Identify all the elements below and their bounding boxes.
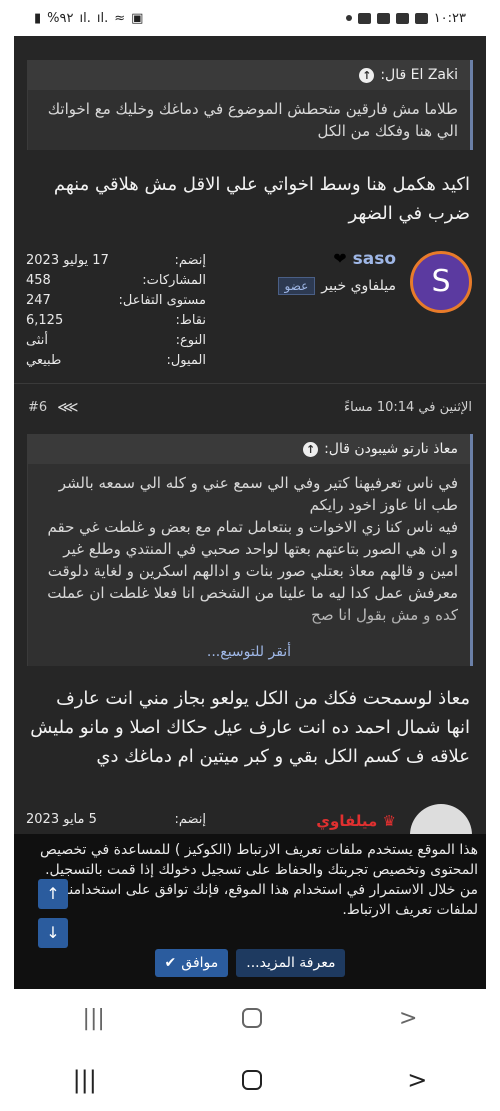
clock: ١٠:٢٣ [433, 10, 466, 26]
arrow-up-icon: ↑ [46, 884, 60, 903]
cookie-buttons: معرفة المزيد... موافق ✔ [14, 949, 486, 977]
app-nav-bar: ||| > [14, 989, 486, 1047]
post-number-group: #6 ⋘ [28, 398, 79, 416]
stat-label: المشاركات: [142, 273, 206, 288]
crown-icon: ♛ [382, 812, 396, 830]
home-icon[interactable] [241, 1008, 262, 1028]
dot-icon [345, 15, 352, 21]
arrow-up-circle-icon[interactable]: ↑ [359, 67, 375, 83]
stat-label: إنضم: [174, 812, 206, 827]
post-number[interactable]: #6 [28, 400, 47, 415]
stat-row: الميول: طبيعي [26, 351, 206, 371]
post-date[interactable]: الإثنين في 10:14 مساءً [344, 400, 472, 415]
scroll-down-button[interactable]: ↓ [38, 918, 68, 948]
divider [14, 383, 486, 384]
post-message: معاذ لوسمحت فكك من الكل يولعو بجاز مني ا… [30, 688, 470, 767]
quote-author: معاذ نارتو شيبودن قال: [324, 441, 458, 457]
stat-label: نقاط: [175, 313, 206, 328]
share-icon[interactable]: ⋘ [57, 398, 78, 416]
stat-value: طبيعي [26, 353, 62, 368]
accept-label: موافق [181, 955, 219, 971]
recent-apps-icon[interactable]: ||| [73, 1066, 97, 1094]
back-icon[interactable]: > [399, 1006, 417, 1031]
stat-label: الميول: [166, 353, 206, 368]
stat-value: 6,125 [26, 313, 64, 328]
username[interactable]: ♛ ميلفاوي [316, 812, 396, 830]
cookie-banner: هذا الموقع يستخدم ملفات تعريف الارتباط (… [14, 834, 486, 989]
check-icon: ✔ [164, 955, 177, 971]
heart-icon: ❤ [333, 249, 347, 268]
username[interactable]: ❤ saso [333, 249, 396, 269]
user-badge: عضو [277, 277, 316, 295]
back-icon[interactable]: > [407, 1066, 427, 1094]
next-user-info: ♛ ميلفاوي إنضم: 5 مايو 2023 [14, 798, 486, 866]
home-icon[interactable] [242, 1069, 263, 1090]
stat-row: مستوى التفاعل: 247 [26, 291, 206, 311]
stat-row: النوع: أنثى [26, 331, 206, 351]
quote-line: في ناس تعرفيهنا كتير وفي الي سمع عني و ك… [58, 474, 458, 514]
post-meta: الإثنين في 10:14 مساءً #6 ⋘ [14, 394, 486, 420]
arrow-up-circle-icon[interactable]: ↑ [303, 441, 319, 457]
post-message: اكيد هكمل هنا وسط اخواتي علي الاقل مش هل… [53, 174, 470, 224]
user-rank: ميلفاوي خبير [321, 278, 396, 294]
stat-value: 5 مايو 2023 [26, 812, 97, 827]
arrow-down-icon: ↓ [46, 923, 60, 942]
quote-text: طلاما مش فارقين متحطش الموضوع في دماغك و… [47, 100, 458, 140]
quote-block: معاذ نارتو شيبودن قال: ↑ في ناس تعرفيهنا… [27, 434, 473, 666]
signal-icon: ıl. [79, 10, 91, 26]
stat-value: 17 يوليو 2023 [26, 253, 109, 268]
youtube-icon [357, 12, 371, 24]
quote-header[interactable]: El Zaki قال: ↑ [28, 60, 470, 90]
chat-icon [376, 12, 390, 24]
system-nav-bar: ||| > [0, 1048, 500, 1111]
stat-row: إنضم: 5 مايو 2023 [26, 812, 206, 827]
cookie-text-2: من خلال الاستمرار في استخدام هذا الموقع،… [65, 882, 478, 918]
signal2-icon: ıl. [96, 10, 109, 26]
stat-row: إنضم: 17 يوليو 2023 [26, 251, 206, 271]
status-left: ▮ %٩٢ ıl. ıl. ≈ ▣ [34, 11, 143, 26]
user-title: ميلفاوي خبير عضو [277, 277, 396, 295]
stat-value: أنثى [26, 333, 48, 348]
user-info: S ❤ saso ميلفاوي خبير عضو إنضم: 17 يوليو … [14, 239, 486, 389]
stat-label: إنضم: [174, 253, 206, 268]
learn-more-button[interactable]: معرفة المزيد... [236, 949, 346, 977]
status-right: ١٠:٢٣ [345, 10, 466, 26]
lock-icon: ▣ [131, 10, 144, 26]
quote-author: El Zaki قال: [380, 67, 458, 83]
scroll-up-button[interactable]: ↑ [38, 879, 68, 909]
recent-apps-icon[interactable]: ||| [83, 1006, 105, 1031]
stat-row: نقاط: 6,125 [26, 311, 206, 331]
username-text[interactable]: ميلفاوي [316, 812, 377, 830]
avatar[interactable]: S [410, 251, 472, 313]
expand-link[interactable]: أنقر للتوسيع... [28, 644, 470, 660]
wifi-icon: ≈ [114, 10, 126, 26]
user-stats: إنضم: 17 يوليو 2023 المشاركات: 458 مستوى ا… [26, 251, 206, 371]
quote-block: El Zaki قال: ↑ طلاما مش فارقين متحطش الم… [27, 60, 473, 150]
stat-value: 247 [26, 293, 51, 308]
accept-button[interactable]: موافق ✔ [154, 949, 229, 977]
gallery-icon [414, 12, 428, 24]
stat-row: المشاركات: 458 [26, 271, 206, 291]
username-text[interactable]: saso [353, 249, 396, 269]
cookie-text: هذا الموقع يستخدم ملفات تعريف الارتباط (… [39, 842, 478, 878]
stat-value: 458 [26, 273, 51, 288]
learn-more-label: معرفة المزيد... [246, 955, 336, 971]
stat-label: مستوى التفاعل: [118, 293, 206, 308]
battery-icon: ▮ [34, 10, 42, 26]
status-bar: ▮ %٩٢ ıl. ıl. ≈ ▣ ١٠:٢٣ [0, 0, 500, 36]
quote-header[interactable]: معاذ نارتو شيبودن قال: ↑ [28, 434, 470, 464]
message-icon [395, 12, 409, 24]
stat-label: النوع: [175, 333, 206, 348]
forum-page: El Zaki قال: ↑ طلاما مش فارقين متحطش الم… [14, 36, 486, 989]
battery-percent: %٩٢ [47, 10, 74, 26]
